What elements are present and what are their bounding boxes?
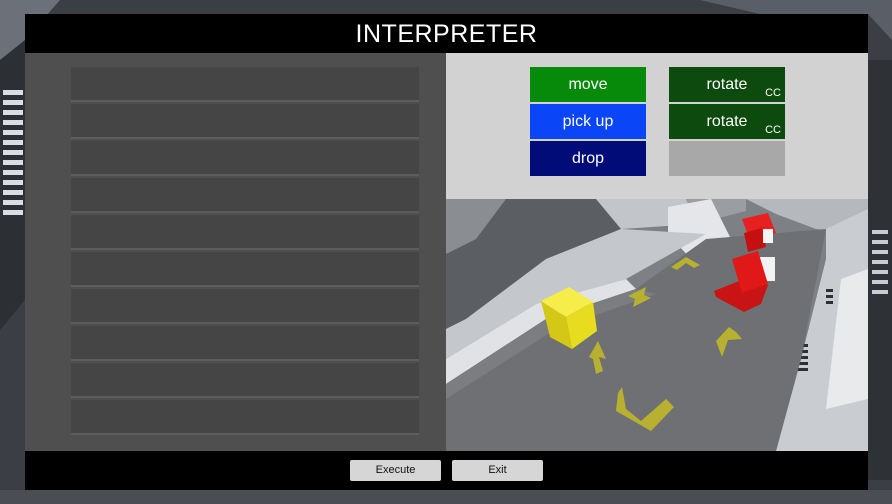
drop-command-label: drop (571, 150, 605, 167)
program-slot-8[interactable] (71, 326, 419, 361)
game-viewport (446, 199, 868, 451)
rotate-command-label: rotate (706, 76, 748, 93)
program-area (25, 53, 446, 451)
program-slot-2[interactable] (71, 104, 419, 139)
rotate-direction-label: CC (765, 124, 781, 136)
program-slot-5[interactable] (71, 215, 419, 250)
window-title: INTERPRETER (25, 14, 868, 53)
rotate-command-label: rotate (706, 113, 748, 130)
pick-up-command-label: pick up (562, 113, 614, 130)
program-slot-10[interactable] (71, 400, 419, 435)
footer-bar: Execute Exit (25, 451, 868, 490)
interpreter-panel: INTERPRETER move pick up drop rotate CC … (25, 14, 868, 490)
pick-up-command[interactable]: pick up (530, 104, 646, 139)
rotate-direction-label: CC (765, 87, 781, 99)
rotate-cc-command-2[interactable]: rotate CC (669, 104, 785, 139)
program-slot-7[interactable] (71, 289, 419, 324)
exit-button[interactable]: Exit (452, 460, 543, 481)
drop-command[interactable]: drop (530, 141, 646, 176)
command-palette: move pick up drop rotate CC rotate CC (446, 53, 868, 199)
program-slot-4[interactable] (71, 178, 419, 213)
rotate-cc-command-1[interactable]: rotate CC (669, 67, 785, 102)
move-command[interactable]: move (530, 67, 646, 102)
program-slot-6[interactable] (71, 252, 419, 287)
program-slot-1[interactable] (71, 67, 419, 102)
move-command-label: move (568, 76, 608, 93)
empty-command-slot (669, 141, 785, 176)
program-slot-9[interactable] (71, 363, 419, 398)
program-slot-3[interactable] (71, 141, 419, 176)
execute-button[interactable]: Execute (350, 460, 441, 481)
